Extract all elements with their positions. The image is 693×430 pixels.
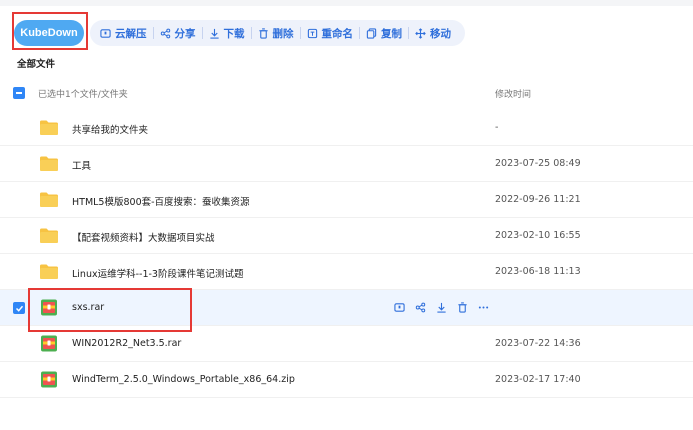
modified-time-column-header[interactable]: 修改时间 xyxy=(495,87,531,100)
move-icon xyxy=(415,27,426,39)
rename-button[interactable]: 重命名 xyxy=(301,20,360,46)
share-icon xyxy=(415,302,425,312)
file-row[interactable]: WindTerm_2.5.0_Windows_Portable_x86_64.z… xyxy=(0,362,693,398)
checkmark-icon xyxy=(15,305,23,312)
folder-icon xyxy=(40,192,58,207)
archive-icon xyxy=(41,371,57,388)
toolbar-actions: 云解压 分享 下载 删除 重命名 复制 移动 xyxy=(90,20,465,46)
row-delete-button[interactable] xyxy=(456,301,468,313)
kubedown-button[interactable]: KubeDown xyxy=(14,20,84,46)
row-actions xyxy=(393,301,489,313)
delete-button[interactable]: 删除 xyxy=(252,20,300,46)
file-modified-time: 2023-02-17 17:40 xyxy=(495,374,581,385)
share-label: 分享 xyxy=(174,27,196,40)
file-modified-time: 2023-07-25 08:49 xyxy=(495,158,581,169)
file-name[interactable]: WIN2012R2_Net3.5.rar xyxy=(72,338,181,349)
file-name[interactable]: WindTerm_2.5.0_Windows_Portable_x86_64.z… xyxy=(72,374,295,385)
copy-button[interactable]: 复制 xyxy=(360,20,408,46)
share-button[interactable]: 分享 xyxy=(154,20,202,46)
file-row[interactable]: 【配套视频资料】大数据项目实战 2023-02-10 16:55 xyxy=(0,218,693,254)
rename-icon xyxy=(307,28,317,38)
folder-icon xyxy=(40,156,58,171)
rename-label: 重命名 xyxy=(321,27,354,40)
row-download-button[interactable] xyxy=(435,301,447,313)
cloud-unzip-label: 云解压 xyxy=(115,27,147,40)
cloud-unzip-icon xyxy=(393,302,405,312)
list-header: 已选中1个文件/文件夹 修改时间 xyxy=(0,80,693,106)
move-label: 移动 xyxy=(430,27,451,40)
file-name[interactable]: sxs.rar xyxy=(72,302,104,313)
copy-label: 复制 xyxy=(381,27,402,40)
copy-icon xyxy=(366,27,377,39)
file-row-selected[interactable]: sxs.rar xyxy=(0,290,693,326)
folder-icon xyxy=(40,120,58,135)
file-row[interactable]: WIN2012R2_Net3.5.rar 2023-07-22 14:36 xyxy=(0,326,693,362)
file-modified-time: 2022-09-26 11:21 xyxy=(495,194,581,205)
toolbar: KubeDown 云解压 分享 下载 删除 重命名 复制 移动 xyxy=(14,20,465,46)
cloud-unzip-icon xyxy=(100,28,111,38)
file-row[interactable]: Linux运维学科--1-3阶段课件笔记测试题 2023-06-18 11:13 xyxy=(0,254,693,290)
download-icon xyxy=(436,302,446,313)
file-name[interactable]: 共享给我的文件夹 xyxy=(72,122,148,136)
file-name[interactable]: Linux运维学科--1-3阶段课件笔记测试题 xyxy=(72,266,243,280)
file-modified-time: 2023-06-18 11:13 xyxy=(495,266,581,277)
row-checkbox[interactable] xyxy=(13,302,25,314)
download-label: 下载 xyxy=(223,27,245,40)
trash-icon xyxy=(258,27,268,39)
row-more-button[interactable] xyxy=(477,301,489,313)
move-button[interactable]: 移动 xyxy=(409,20,457,46)
file-name[interactable]: 工具 xyxy=(72,158,91,172)
row-share-button[interactable] xyxy=(414,301,426,313)
folder-icon xyxy=(40,264,58,279)
selection-count-text: 已选中1个文件/文件夹 xyxy=(38,89,128,100)
file-name[interactable]: 【配套视频资料】大数据项目实战 xyxy=(72,230,215,244)
share-icon xyxy=(160,28,170,38)
file-modified-time: 2023-02-10 16:55 xyxy=(495,230,581,241)
file-name[interactable]: HTML5模版800套-百度搜索：蚕收集资源 xyxy=(72,194,250,208)
select-all-checkbox[interactable] xyxy=(13,87,25,99)
file-modified-time: 2023-07-22 14:36 xyxy=(495,338,581,349)
download-button[interactable]: 下载 xyxy=(203,20,251,46)
row-cloud-unzip-button[interactable] xyxy=(393,301,405,313)
file-row[interactable]: 工具 2023-07-25 08:49 xyxy=(0,146,693,182)
delete-label: 删除 xyxy=(272,27,294,40)
trash-icon xyxy=(457,301,467,313)
cloud-unzip-button[interactable]: 云解压 xyxy=(94,20,153,46)
download-icon xyxy=(209,28,219,39)
file-modified-time: - xyxy=(495,122,499,133)
archive-icon xyxy=(41,299,57,316)
folder-icon xyxy=(40,228,58,243)
file-row[interactable]: HTML5模版800套-百度搜索：蚕收集资源 2022-09-26 11:21 xyxy=(0,182,693,218)
breadcrumb[interactable]: 全部文件 xyxy=(17,56,55,70)
archive-icon xyxy=(41,335,57,352)
file-list: 共享给我的文件夹 - 工具 2023-07-25 08:49 HTML5模版80… xyxy=(0,110,693,398)
file-row[interactable]: 共享给我的文件夹 - xyxy=(0,110,693,146)
top-strip xyxy=(0,0,693,6)
more-icon xyxy=(478,305,488,309)
